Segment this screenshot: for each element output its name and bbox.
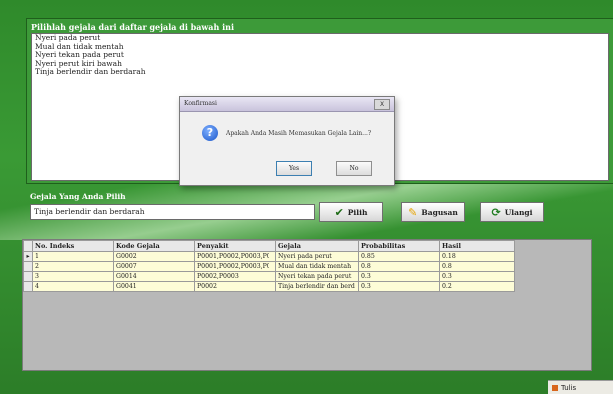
row-indicator-header bbox=[23, 240, 33, 252]
row-indicator[interactable] bbox=[23, 281, 33, 292]
table-cell[interactable]: G0007 bbox=[113, 261, 195, 272]
symptom-list-title: Pilihlah gejala dari daftar gejala di ba… bbox=[31, 22, 234, 32]
cell-text: P0002,P0003 bbox=[197, 273, 239, 280]
table-row[interactable]: ▸ 1 G0002 P0001,P0002,P0003,P0004 Nyeri … bbox=[23, 251, 515, 262]
table-cell[interactable]: 3 bbox=[32, 271, 114, 282]
column-header[interactable]: Penyakit bbox=[194, 240, 276, 252]
table-cell[interactable]: P0002,P0003 bbox=[194, 271, 276, 282]
table-cell[interactable]: P0002 bbox=[194, 281, 276, 292]
table-cell[interactable]: G0002 bbox=[113, 251, 195, 262]
selected-symptom-panel: Gejala Yang Anda Pilih Tinja berlendir d… bbox=[26, 188, 612, 230]
column-header[interactable]: Kode Gejala bbox=[113, 240, 195, 252]
bagusan-button[interactable]: ✎ Bagusan bbox=[401, 202, 465, 222]
column-header[interactable]: Probabilitas bbox=[358, 240, 440, 252]
taskbar-item[interactable]: Tulis bbox=[548, 380, 613, 394]
close-icon[interactable]: X bbox=[374, 99, 390, 110]
table-cell[interactable]: Nyeri tekan pada perut bbox=[275, 271, 359, 282]
table-cell[interactable]: 0.8 bbox=[439, 261, 515, 272]
cell-text: P0002 bbox=[197, 283, 217, 290]
cell-text: P0001,P0002,P0003,P0004 bbox=[197, 263, 269, 270]
table-row[interactable]: 3 G0014 P0002,P0003 Nyeri tekan pada per… bbox=[23, 271, 515, 282]
dialog-message: Apakah Anda Masih Memasukan Gejala Lain.… bbox=[226, 130, 372, 137]
result-grid[interactable]: No. Indeks Kode Gejala Penyakit Gejala P… bbox=[22, 239, 592, 371]
table-row[interactable]: 2 G0007 P0001,P0002,P0003,P0004 Mual dan… bbox=[23, 261, 515, 272]
table-cell[interactable]: G0014 bbox=[113, 271, 195, 282]
row-indicator[interactable] bbox=[23, 261, 33, 272]
column-header[interactable]: Hasil bbox=[439, 240, 515, 252]
table-cell[interactable]: P0001,P0002,P0003,P0004 bbox=[194, 251, 276, 262]
table-cell[interactable]: 1 bbox=[32, 251, 114, 262]
column-header[interactable]: No. Indeks bbox=[32, 240, 114, 252]
table-cell[interactable]: 0.2 bbox=[439, 281, 515, 292]
column-header[interactable]: Gejala bbox=[275, 240, 359, 252]
cell-text: P0001,P0002,P0003,P0004 bbox=[197, 253, 269, 260]
row-selector-icon[interactable]: ▸ bbox=[23, 251, 33, 262]
table-cell[interactable]: P0001,P0002,P0003,P0004 bbox=[194, 261, 276, 272]
bag-icon: ✎ bbox=[408, 205, 418, 219]
refresh-icon: ⟳ bbox=[491, 205, 501, 219]
table-cell[interactable]: 0.85 bbox=[358, 251, 440, 262]
ulangi-button[interactable]: ⟳ Ulangi bbox=[480, 202, 544, 222]
result-table: No. Indeks Kode Gejala Penyakit Gejala P… bbox=[23, 240, 515, 292]
check-icon: ✔ bbox=[334, 205, 344, 219]
taskbar-item-label: Tulis bbox=[561, 383, 577, 392]
pilih-button-label: Pilih bbox=[347, 207, 368, 217]
table-cell[interactable]: 0.3 bbox=[439, 271, 515, 282]
yes-button[interactable]: Yes bbox=[276, 161, 312, 176]
confirmation-dialog: Konfirmasi X ? Apakah Anda Masih Memasuk… bbox=[179, 96, 395, 186]
table-cell[interactable]: G0041 bbox=[113, 281, 195, 292]
table-cell[interactable]: 0.8 bbox=[358, 261, 440, 272]
dialog-titlebar[interactable]: Konfirmasi X bbox=[180, 97, 394, 112]
row-indicator[interactable] bbox=[23, 271, 33, 282]
list-item[interactable]: Tinja berlendir dan berdarah bbox=[32, 68, 608, 77]
table-cell[interactable]: 0.3 bbox=[358, 271, 440, 282]
table-cell[interactable]: Tinja berlendir dan berd bbox=[275, 281, 359, 292]
selected-symptom-field[interactable]: Tinja berlendir dan berdarah bbox=[30, 204, 315, 220]
table-cell[interactable]: 2 bbox=[32, 261, 114, 272]
table-cell[interactable]: 0.3 bbox=[358, 281, 440, 292]
ulangi-button-label: Ulangi bbox=[504, 207, 533, 217]
table-cell[interactable]: Mual dan tidak mentah bbox=[275, 261, 359, 272]
table-row[interactable]: 4 G0041 P0002 Tinja berlendir dan berd 0… bbox=[23, 281, 515, 292]
pilih-button[interactable]: ✔ Pilih bbox=[319, 202, 383, 222]
app-icon bbox=[552, 384, 558, 391]
dialog-title: Konfirmasi bbox=[184, 100, 217, 107]
bagusan-button-label: Bagusan bbox=[421, 207, 458, 217]
table-header-row: No. Indeks Kode Gejala Penyakit Gejala P… bbox=[23, 240, 515, 252]
table-cell[interactable]: Nyeri pada perut bbox=[275, 251, 359, 262]
question-icon: ? bbox=[202, 125, 218, 141]
selected-symptom-title: Gejala Yang Anda Pilih bbox=[30, 192, 126, 201]
table-cell[interactable]: 4 bbox=[32, 281, 114, 292]
table-cell[interactable]: 0.18 bbox=[439, 251, 515, 262]
no-button[interactable]: No bbox=[336, 161, 372, 176]
